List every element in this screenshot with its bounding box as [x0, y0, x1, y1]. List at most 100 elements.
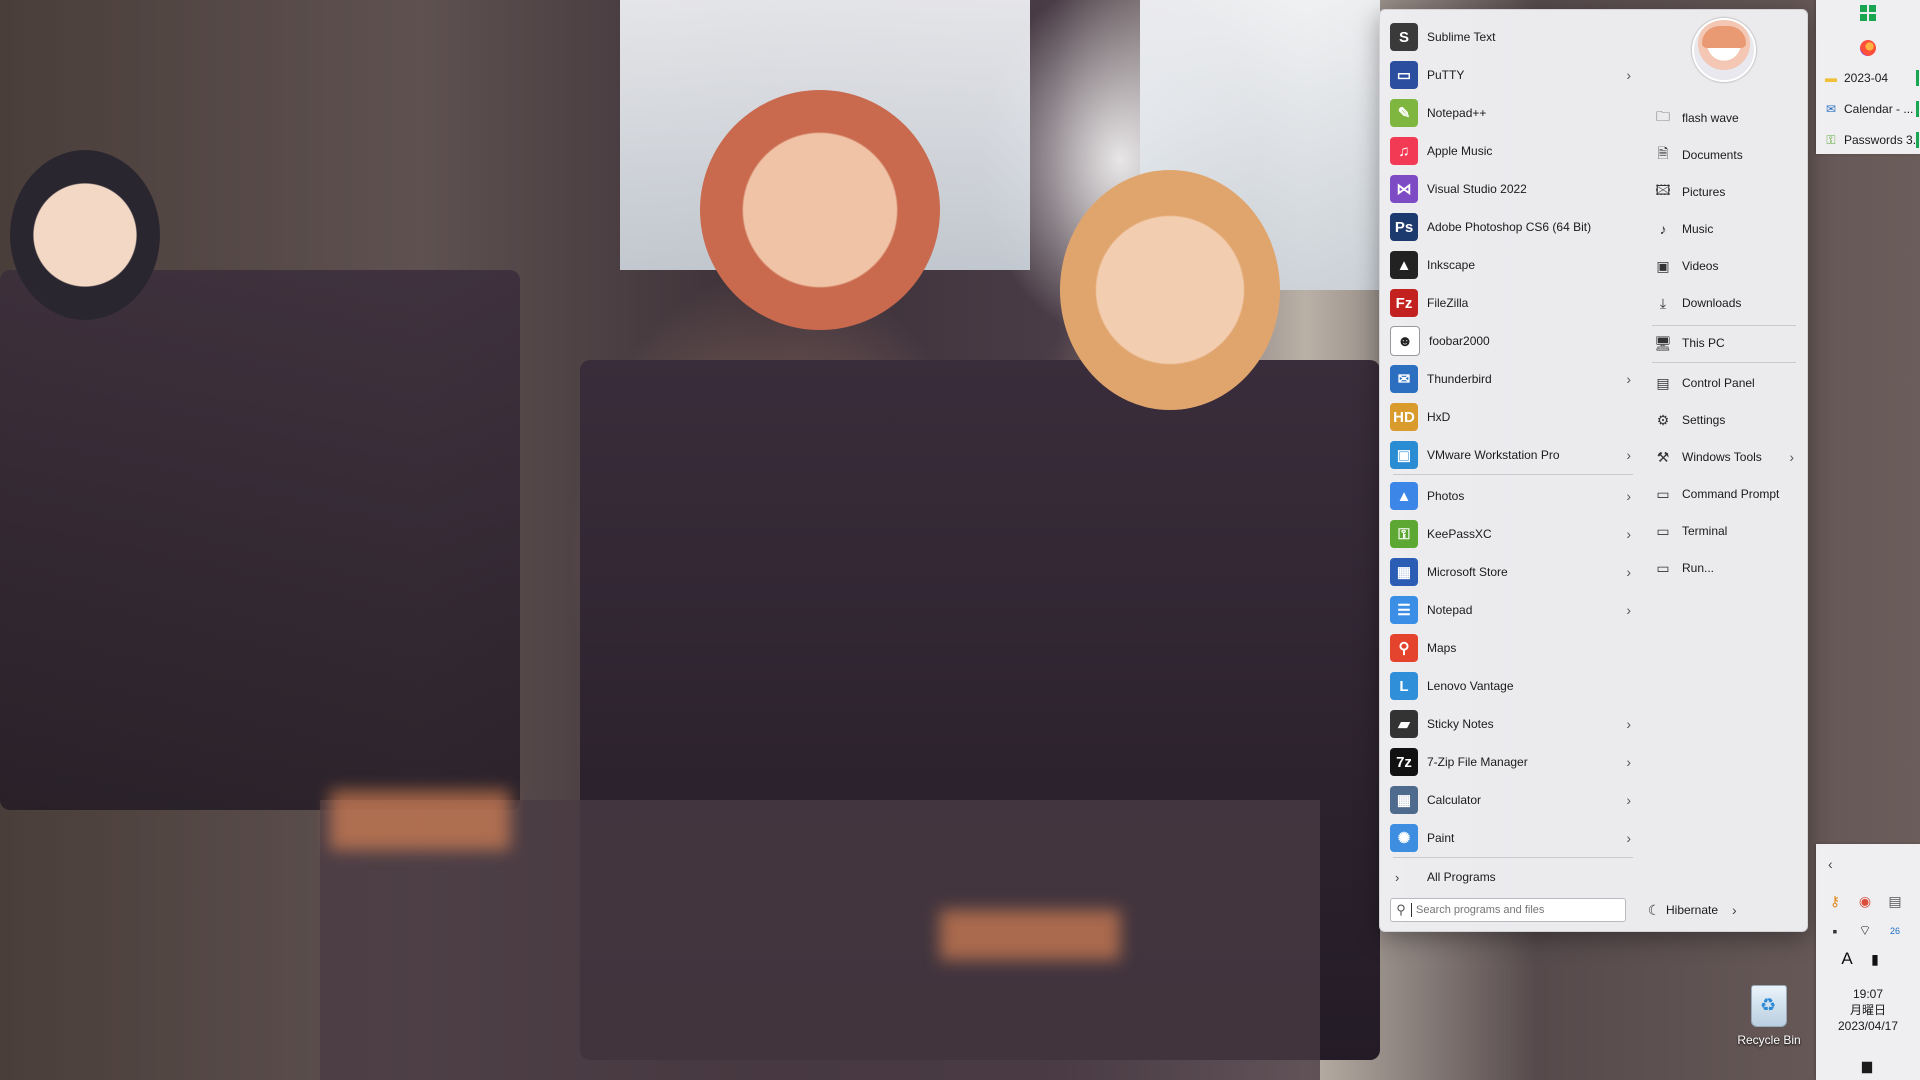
place-item[interactable]: 🗎 Documents	[1648, 140, 1800, 170]
program-item[interactable]: Ps Adobe Photoshop CS6 (64 Bit)	[1385, 208, 1637, 246]
chevron-right-icon[interactable]: ›	[1626, 754, 1631, 770]
place-item[interactable]: ▭ Run...	[1648, 553, 1800, 583]
recycle-bin[interactable]: Recycle Bin	[1728, 985, 1810, 1047]
search-box[interactable]: ⚲	[1390, 898, 1626, 922]
notepad-icon: ☰	[1390, 596, 1418, 624]
program-item[interactable]: ▣ VMware Workstation Pro ›	[1385, 436, 1637, 474]
place-item[interactable]: ▭ Terminal	[1648, 516, 1800, 546]
avatar-image	[1702, 26, 1746, 48]
ime-icon[interactable]: A	[1836, 948, 1858, 970]
place-item[interactable]: ♪ Music	[1648, 214, 1800, 244]
program-item[interactable]: ▰ Sticky Notes ›	[1385, 705, 1637, 743]
control-panel-icon: ▤	[1656, 374, 1670, 391]
place-label: Downloads	[1682, 296, 1742, 310]
chevron-right-icon[interactable]: ›	[1626, 716, 1631, 732]
chevron-right-icon[interactable]: ›	[1626, 67, 1631, 83]
program-item[interactable]: ▭ PuTTY ›	[1385, 56, 1637, 94]
chevron-right-icon[interactable]: ›	[1626, 488, 1631, 504]
program-item[interactable]: ♫ Apple Music	[1385, 132, 1637, 170]
program-item[interactable]: ✉ Thunderbird ›	[1385, 360, 1637, 398]
chevron-right-icon[interactable]: ›	[1626, 447, 1631, 463]
place-item[interactable]: ⤓ Downloads	[1648, 288, 1800, 318]
place-item[interactable]: ⚙ Settings	[1648, 405, 1800, 435]
program-item[interactable]: L Lenovo Vantage	[1385, 667, 1637, 705]
windows-tools-icon: ⚒	[1656, 448, 1670, 465]
wallpaper-seat-left	[0, 270, 520, 810]
keyboard-layout-icon[interactable]: ▮	[1864, 948, 1886, 970]
place-item[interactable]: 🖾 Pictures	[1648, 177, 1800, 207]
apple-music-icon: ♫	[1390, 137, 1418, 165]
program-item[interactable]: ▲ Photos ›	[1385, 477, 1637, 515]
program-item[interactable]: ☻ foobar2000	[1385, 322, 1637, 360]
chevron-right-icon[interactable]: ›	[1626, 792, 1631, 808]
search-icon: ⚲	[1396, 902, 1406, 917]
program-item[interactable]: ⚿ KeePassXC ›	[1385, 515, 1637, 553]
start-button[interactable]	[1860, 5, 1876, 21]
all-programs-button[interactable]: › All Programs	[1395, 865, 1635, 889]
clock[interactable]: 19:07 月曜日 2023/04/17	[1816, 986, 1920, 1034]
wifi-icon[interactable]: ⌔	[1854, 920, 1876, 942]
firefox-icon[interactable]	[1860, 40, 1876, 56]
search-input[interactable]	[1411, 903, 1618, 917]
place-item[interactable]: 🗀 flash wave	[1648, 103, 1800, 133]
taskbar-button-label: 2023-04	[1844, 71, 1889, 85]
program-item[interactable]: ✺ Paint ›	[1385, 819, 1637, 857]
taskbar-button[interactable]: ⚿ Passwords 3...	[1819, 127, 1919, 153]
program-item[interactable]: ⋈ Visual Studio 2022	[1385, 170, 1637, 208]
notification-icon[interactable]: ▆	[1858, 1058, 1876, 1074]
chevron-right-icon[interactable]: ›	[1732, 902, 1737, 918]
program-item[interactable]: HD HxD	[1385, 398, 1637, 436]
foobar-icon: ☻	[1390, 326, 1420, 356]
program-item[interactable]: ☰ Notepad ›	[1385, 591, 1637, 629]
camera-icon[interactable]: ▪	[1824, 920, 1846, 942]
key-icon[interactable]: ⚷	[1824, 890, 1846, 912]
program-item[interactable]: ▦ Microsoft Store ›	[1385, 553, 1637, 591]
program-item[interactable]: S Sublime Text	[1385, 18, 1637, 56]
sticky-notes-icon: ▰	[1390, 710, 1418, 738]
program-label: Microsoft Store	[1427, 565, 1508, 579]
user-avatar[interactable]	[1692, 18, 1756, 82]
program-item[interactable]: ⚲ Maps	[1385, 629, 1637, 667]
recycle-bin-label: Recycle Bin	[1737, 1033, 1801, 1047]
program-label: Paint	[1427, 831, 1455, 845]
program-label: VMware Workstation Pro	[1427, 448, 1560, 462]
drive-icon[interactable]: ▤	[1884, 890, 1906, 912]
maps-icon: ⚲	[1390, 634, 1418, 662]
pictures-icon: 🖾	[1655, 182, 1671, 198]
program-label: foobar2000	[1429, 334, 1490, 348]
place-item[interactable]: ⚒ Windows Tools ›	[1648, 442, 1800, 472]
chevron-right-icon[interactable]: ›	[1626, 371, 1631, 387]
chevron-right-icon[interactable]: ›	[1626, 830, 1631, 846]
battery-icon[interactable]: 26	[1884, 920, 1906, 942]
chevron-right-icon[interactable]: ›	[1626, 526, 1631, 542]
place-item[interactable]: 🖥 This PC	[1648, 328, 1800, 358]
place-item[interactable]: ▤ Control Panel	[1648, 368, 1800, 398]
7zip-icon: 7z	[1390, 748, 1418, 776]
place-item[interactable]: ▭ Command Prompt	[1648, 479, 1800, 509]
place-item[interactable]: ▣ Videos	[1648, 251, 1800, 281]
taskbar-button[interactable]: ▬ 2023-04	[1819, 65, 1919, 91]
wallpaper-sunlight	[330, 790, 510, 850]
program-label: KeePassXC	[1427, 527, 1492, 541]
clock-date: 2023/04/17	[1837, 1019, 1899, 1033]
chrome-icon[interactable]: ◉	[1854, 890, 1876, 912]
program-item[interactable]: ▦ Calculator ›	[1385, 781, 1637, 819]
program-label: 7-Zip File Manager	[1427, 755, 1528, 769]
chevron-right-icon[interactable]: ›	[1626, 602, 1631, 618]
hibernate-button[interactable]: ☾ Hibernate ›	[1645, 898, 1755, 922]
chevron-right-icon[interactable]: ›	[1626, 564, 1631, 580]
program-label: Apple Music	[1427, 144, 1493, 158]
program-item[interactable]: ▲ Inkscape	[1385, 246, 1637, 284]
tray-overflow-chevron-icon[interactable]: ‹	[1828, 856, 1833, 872]
program-label: Thunderbird	[1427, 372, 1492, 386]
chevron-right-icon[interactable]: ›	[1789, 449, 1794, 465]
program-item[interactable]: 7z 7-Zip File Manager ›	[1385, 743, 1637, 781]
program-label: Inkscape	[1427, 258, 1476, 272]
chevron-right-icon: ›	[1395, 869, 1400, 885]
taskbar-button[interactable]: ✉ Calendar - ...	[1819, 96, 1919, 122]
taskbar-button-label: Calendar - ...	[1844, 102, 1914, 116]
program-item[interactable]: ✎ Notepad++	[1385, 94, 1637, 132]
thunderbird-icon: ✉	[1825, 102, 1837, 116]
program-item[interactable]: Fz FileZilla	[1385, 284, 1637, 322]
place-label: Command Prompt	[1682, 487, 1780, 501]
